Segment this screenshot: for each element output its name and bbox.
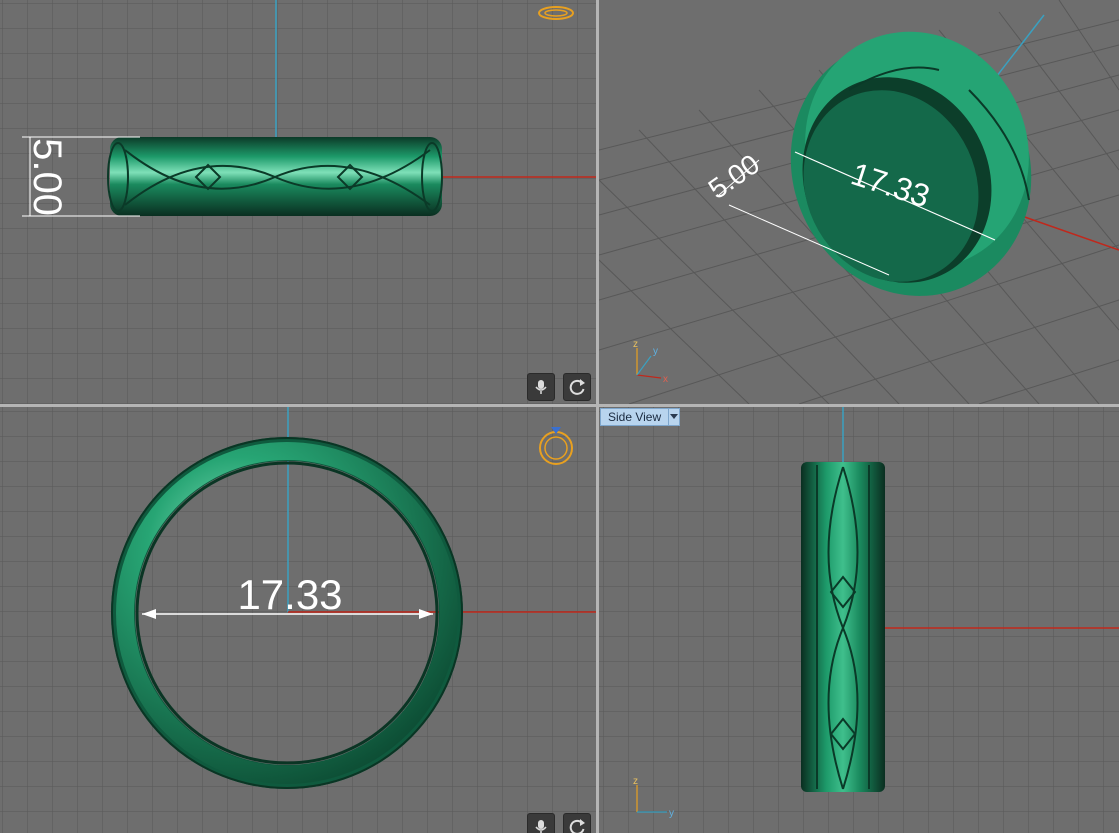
rotate-icon bbox=[569, 379, 585, 395]
rotate-button[interactable] bbox=[563, 813, 591, 833]
microphone-button[interactable] bbox=[527, 813, 555, 833]
view-name-label[interactable]: Side View bbox=[600, 408, 670, 426]
axis-y-label: y bbox=[669, 808, 674, 819]
front-viewport-canvas[interactable]: 17.33 bbox=[0, 407, 596, 833]
view-dropdown-arrow[interactable] bbox=[669, 408, 681, 426]
dimension-width-label: 5.00 bbox=[703, 148, 765, 205]
axis-x-label: x bbox=[663, 374, 668, 385]
chevron-down-icon bbox=[670, 414, 679, 419]
top-viewport[interactable]: 5.00 bbox=[0, 0, 596, 404]
top-viewport-canvas[interactable]: 5.00 bbox=[0, 0, 596, 404]
front-viewport[interactable]: 17.33 bbox=[0, 407, 596, 833]
ring-top-view[interactable] bbox=[107, 137, 443, 216]
ring-side-view[interactable] bbox=[801, 462, 885, 792]
side-viewport-canvas[interactable]: z y bbox=[599, 407, 1119, 833]
axis-y-label: y bbox=[653, 346, 658, 357]
microphone-button[interactable] bbox=[527, 373, 555, 401]
rotate-button[interactable] bbox=[563, 373, 591, 401]
microphone-icon bbox=[535, 380, 547, 394]
axis-triad: z y x bbox=[633, 339, 668, 385]
axis-z-label: z bbox=[633, 339, 638, 350]
microphone-icon bbox=[535, 820, 547, 833]
dimension-5mm-label: 5.00 bbox=[25, 138, 69, 216]
ring-perspective-view[interactable] bbox=[749, 0, 1073, 336]
rotate-icon bbox=[569, 819, 585, 833]
dimension-diameter-label: 17.33 bbox=[237, 571, 342, 618]
perspective-viewport-canvas[interactable]: 5.00 17.33 z y x bbox=[599, 0, 1119, 404]
perspective-viewport[interactable]: 5.00 17.33 z y x bbox=[599, 0, 1119, 404]
axis-z-label: z bbox=[633, 776, 638, 787]
x-axis-line bbox=[1018, 214, 1119, 251]
view-name-dropdown[interactable]: Side View bbox=[600, 408, 681, 426]
side-viewport[interactable]: z y Side View bbox=[599, 407, 1119, 833]
